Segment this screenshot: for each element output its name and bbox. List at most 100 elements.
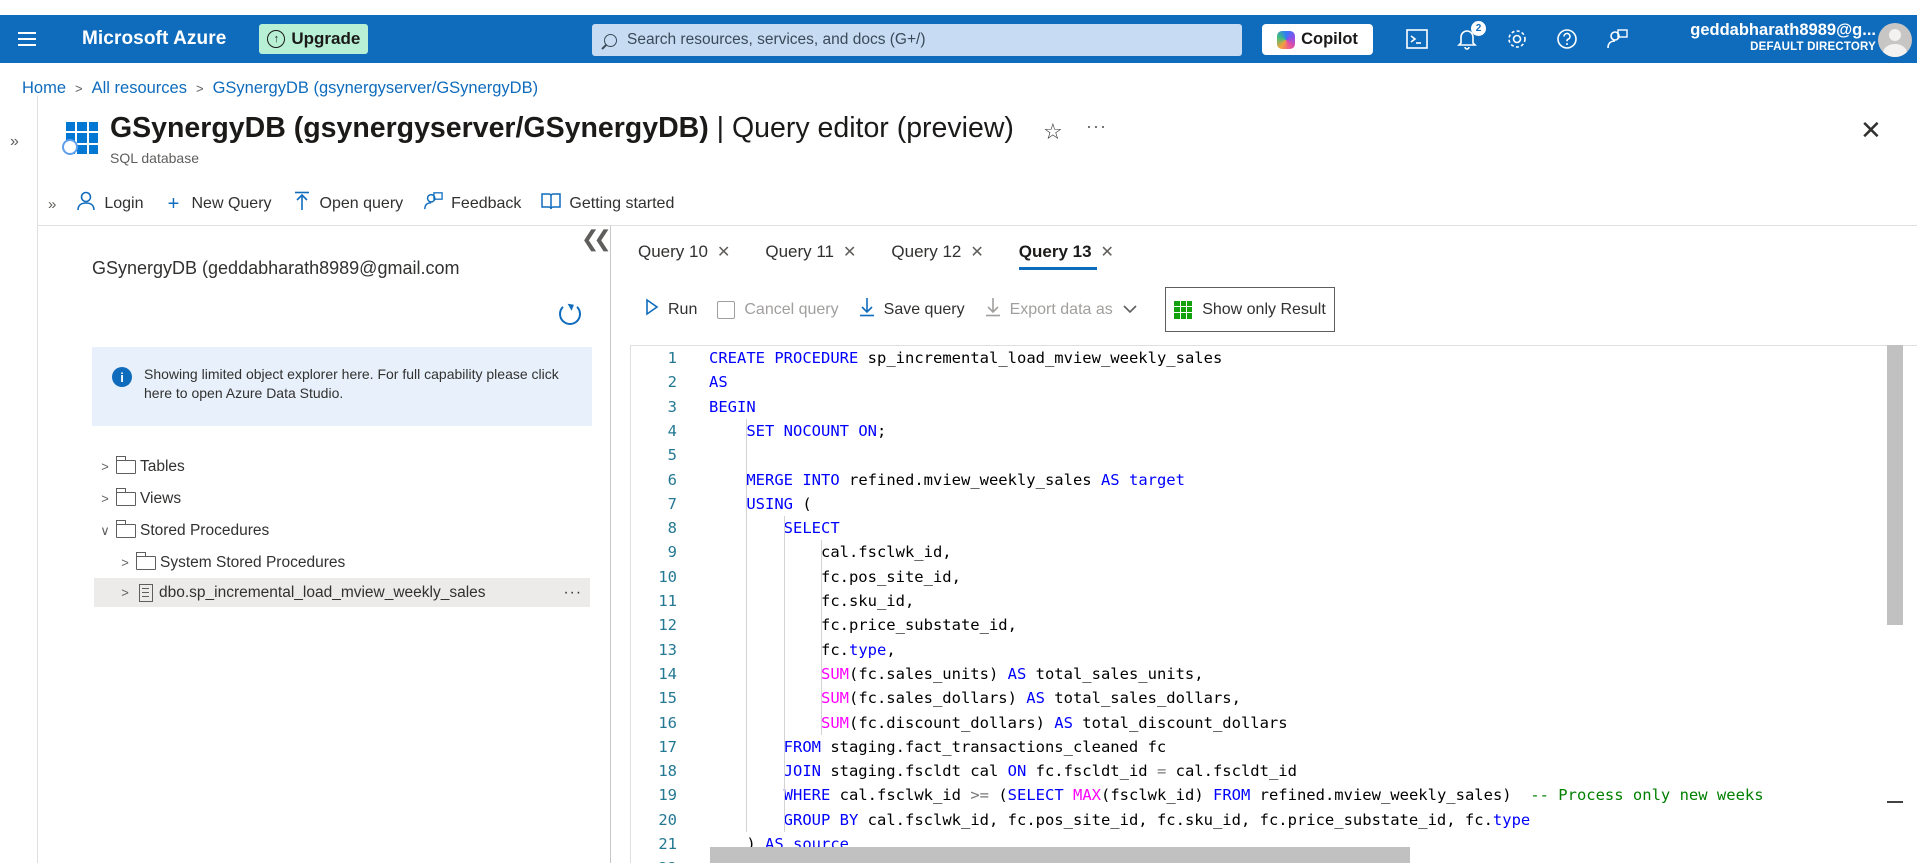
code-line[interactable]: 7 USING ( xyxy=(631,492,812,516)
search-input[interactable]: Search resources, services, and docs (G+… xyxy=(592,24,1242,56)
query-toolbar: Run Cancel query Save query Export data … xyxy=(645,287,1157,332)
tab-query-12[interactable]: Query 12 ✕ xyxy=(864,230,991,274)
close-tab-icon[interactable]: ✕ xyxy=(970,242,983,262)
grid-icon xyxy=(1174,300,1193,319)
copilot-button[interactable]: Copilot xyxy=(1262,24,1373,55)
getting-started-button[interactable]: Getting started xyxy=(541,192,674,216)
tab-query-13[interactable]: Query 13 ✕ xyxy=(992,230,1122,274)
chevron-right-icon[interactable]: > xyxy=(118,555,132,570)
more-options-icon[interactable]: ··· xyxy=(564,584,583,602)
export-download-icon xyxy=(985,297,1001,322)
procedure-document-icon xyxy=(139,583,153,602)
code-line[interactable]: 1 CREATE PROCEDURE sp_incremental_load_mv… xyxy=(631,346,1223,370)
close-tab-icon[interactable]: ✕ xyxy=(717,242,730,262)
book-icon xyxy=(541,192,562,216)
brand-title[interactable]: Microsoft Azure xyxy=(82,28,226,50)
code-line[interactable]: 18 JOIN staging.fscldt cal ON fc.fscldt_… xyxy=(631,759,1297,783)
cancel-query-button[interactable]: Cancel query xyxy=(717,300,839,319)
show-only-result-toggle[interactable]: Show only Result xyxy=(1165,287,1335,332)
code-line[interactable]: 3 BEGIN xyxy=(631,395,756,419)
tree-item-procedure[interactable]: > dbo.sp_incremental_load_mview_weekly_s… xyxy=(94,578,590,607)
save-query-button[interactable]: Save query xyxy=(859,297,965,322)
breadcrumb-all-resources[interactable]: All resources xyxy=(92,79,187,98)
code-text: CREATE PROCEDURE sp_incremental_load_mvi… xyxy=(709,349,1223,367)
pane-splitter[interactable] xyxy=(610,226,611,863)
favorite-star-icon[interactable]: ☆ xyxy=(1043,119,1063,145)
close-tab-icon[interactable]: ✕ xyxy=(843,242,856,262)
download-icon xyxy=(859,297,875,322)
code-line[interactable]: 17 FROM staging.fact_transactions_cleane… xyxy=(631,735,1166,759)
settings-gear-icon[interactable] xyxy=(1505,27,1529,51)
open-query-button[interactable]: Open query xyxy=(292,191,404,217)
line-number: 17 xyxy=(658,737,677,756)
code-line[interactable]: 4 SET NOCOUNT ON; xyxy=(631,419,887,443)
plus-icon: + xyxy=(167,192,180,215)
editor-vertical-scrollbar[interactable] xyxy=(1887,345,1903,625)
code-line[interactable]: 20 GROUP BY cal.fsclwk_id, fc.pos_site_i… xyxy=(631,808,1530,832)
notifications-icon[interactable]: 2 xyxy=(1455,21,1486,51)
code-line[interactable]: 11 fc.sku_id, xyxy=(631,589,914,613)
expand-nav-icon[interactable]: » xyxy=(10,133,19,151)
info-banner-text: Showing limited object explorer here. Fo… xyxy=(144,366,559,401)
login-button[interactable]: Login xyxy=(76,191,144,217)
line-number: 6 xyxy=(667,470,677,489)
run-button[interactable]: Run xyxy=(645,298,697,321)
code-line[interactable]: 14 SUM(fc.sales_units) AS total_sales_un… xyxy=(631,662,1203,686)
code-line[interactable]: 15 SUM(fc.sales_dollars) AS total_sales_… xyxy=(631,686,1241,710)
expand-sidebar-icon[interactable]: » xyxy=(48,196,56,213)
code-line[interactable]: 5 xyxy=(631,443,677,467)
chevron-down-icon[interactable]: ∨ xyxy=(98,523,112,539)
help-icon[interactable] xyxy=(1555,27,1579,51)
tab-query-10[interactable]: Query 10 ✕ xyxy=(611,230,738,274)
code-line[interactable]: 13 fc.type, xyxy=(631,638,895,662)
new-query-label: New Query xyxy=(191,195,272,212)
close-icon[interactable]: ✕ xyxy=(1860,115,1882,146)
tree-item-tables[interactable]: > Tables xyxy=(98,452,185,481)
run-label: Run xyxy=(668,300,698,318)
editor-horizontal-scrollbar[interactable] xyxy=(710,847,1410,863)
breadcrumb-home[interactable]: Home xyxy=(22,79,66,98)
person-icon xyxy=(76,191,96,217)
upgrade-button[interactable]: ↑ Upgrade xyxy=(259,24,369,54)
code-line[interactable]: 19 WHERE cal.fsclwk_id >= (SELECT MAX(fs… xyxy=(631,783,1763,807)
code-editor[interactable]: 1 CREATE PROCEDURE sp_incremental_load_mv… xyxy=(630,345,1917,863)
feedback-label: Feedback xyxy=(451,195,522,212)
tree-item-system-stored-procedures[interactable]: > System Stored Procedures xyxy=(118,548,345,577)
code-line[interactable]: 2 AS xyxy=(631,370,728,394)
chevron-down-icon[interactable] xyxy=(1123,301,1137,319)
notification-badge: 2 xyxy=(1471,21,1486,36)
feedback-person-icon[interactable] xyxy=(1605,27,1629,51)
chevron-right-icon: > xyxy=(195,81,204,96)
code-line[interactable]: 8 SELECT xyxy=(631,516,840,540)
code-line[interactable]: 22 xyxy=(631,856,677,863)
new-query-button[interactable]: + New Query xyxy=(164,193,272,216)
info-banner[interactable]: i Showing limited object explorer here. … xyxy=(92,347,592,426)
tree-item-views[interactable]: > Views xyxy=(98,484,181,513)
code-line[interactable]: 16 SUM(fc.discount_dollars) AS total_dis… xyxy=(631,711,1287,735)
feedback-button[interactable]: Feedback xyxy=(423,191,521,217)
export-data-button[interactable]: Export data as xyxy=(985,297,1137,322)
code-line[interactable]: 9 cal.fsclwk_id, xyxy=(631,540,952,564)
tab-query-11[interactable]: Query 11 ✕ xyxy=(738,230,864,274)
code-line[interactable]: 10 fc.pos_site_id, xyxy=(631,565,961,589)
chevron-right-icon[interactable]: > xyxy=(98,459,112,474)
code-line[interactable]: 6 MERGE INTO refined.mview_weekly_sales … xyxy=(631,468,1185,492)
code-line[interactable]: 12 fc.price_substate_id, xyxy=(631,613,1017,637)
line-number: 2 xyxy=(667,373,677,392)
close-tab-icon[interactable]: ✕ xyxy=(1101,242,1114,262)
open-query-label: Open query xyxy=(319,195,404,212)
refresh-icon[interactable] xyxy=(559,303,581,325)
more-options-icon[interactable]: ··· xyxy=(1086,116,1107,137)
menu-icon[interactable] xyxy=(0,15,54,63)
tree-item-stored-procedures[interactable]: ∨ Stored Procedures xyxy=(98,516,269,545)
account-directory: DEFAULT DIRECTORY xyxy=(1750,41,1876,53)
chevron-right-icon[interactable]: > xyxy=(118,585,132,600)
collapse-pane-icon[interactable]: ❮❮ xyxy=(581,226,612,252)
getting-started-label: Getting started xyxy=(569,195,675,212)
avatar[interactable] xyxy=(1878,23,1912,57)
breadcrumb-database[interactable]: GSynergyDB (gsynergyserver/GSynergyDB) xyxy=(213,79,539,98)
chevron-right-icon[interactable]: > xyxy=(98,491,112,506)
cloud-shell-icon[interactable] xyxy=(1405,27,1429,51)
code-line[interactable]: 21 ) AS source xyxy=(631,832,849,856)
account-menu[interactable]: geddabharath8989@g... DEFAULT DIRECTORY xyxy=(1668,21,1876,53)
